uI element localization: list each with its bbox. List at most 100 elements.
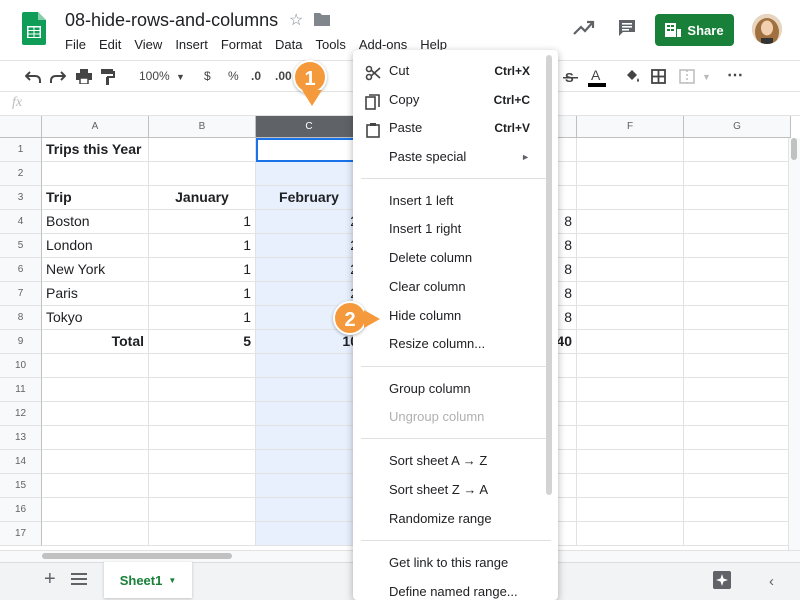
menu-item-resize-column[interactable]: Resize column... [353, 330, 558, 358]
menu-item-clear-column[interactable]: Clear column [353, 273, 558, 301]
cell[interactable] [256, 450, 363, 474]
cell[interactable] [577, 402, 684, 426]
cell[interactable] [256, 354, 363, 378]
cell[interactable] [149, 354, 256, 378]
menu-item-randomize-range[interactable]: Randomize range [353, 505, 558, 533]
cell[interactable] [256, 402, 363, 426]
cell[interactable] [577, 498, 684, 522]
undo-icon[interactable] [25, 70, 41, 84]
share-button[interactable]: Share [655, 14, 734, 46]
cell-february-value[interactable]: 2 [256, 210, 363, 234]
borders-icon[interactable] [651, 69, 666, 84]
print-icon[interactable] [76, 69, 92, 84]
cell[interactable] [149, 402, 256, 426]
cell[interactable] [684, 354, 791, 378]
cell[interactable] [256, 498, 363, 522]
cell[interactable] [149, 138, 256, 162]
cell[interactable] [684, 210, 791, 234]
column-header-f[interactable]: F [577, 116, 684, 138]
menu-item-define-named-range[interactable]: Define named range... [353, 578, 558, 600]
row-header[interactable]: 15 [0, 474, 42, 498]
row-header[interactable]: 7 [0, 282, 42, 306]
menu-tools[interactable]: Tools [315, 37, 345, 52]
cell[interactable] [42, 378, 149, 402]
cell-january-value[interactable]: 1 [149, 282, 256, 306]
document-title[interactable]: 08-hide-rows-and-columns [65, 10, 278, 31]
cell[interactable] [577, 474, 684, 498]
cell[interactable] [577, 522, 684, 546]
row-header[interactable]: 13 [0, 426, 42, 450]
cell-trip-name[interactable]: Paris [42, 282, 149, 306]
cell[interactable] [684, 450, 791, 474]
row-header[interactable]: 2 [0, 162, 42, 186]
cell[interactable] [577, 330, 684, 354]
cell-january-value[interactable]: 1 [149, 234, 256, 258]
menu-item-get-link-to-this-range[interactable]: Get link to this range [353, 549, 558, 577]
star-icon[interactable]: ☆ [289, 10, 303, 30]
row-header[interactable]: 10 [0, 354, 42, 378]
cell-total-january[interactable]: 5 [149, 330, 256, 354]
sheet-tab-sheet1[interactable]: Sheet1 ▼ [104, 562, 192, 598]
cell[interactable] [577, 162, 684, 186]
row-header[interactable]: 12 [0, 402, 42, 426]
cell[interactable] [577, 138, 684, 162]
zoom-select[interactable]: 100% [139, 69, 170, 83]
cell-trips-title[interactable]: Trips this Year [42, 138, 149, 162]
menu-scrollbar[interactable] [546, 55, 552, 495]
cell[interactable] [684, 426, 791, 450]
row-header[interactable]: 17 [0, 522, 42, 546]
cell-header-january[interactable]: January [149, 186, 256, 210]
cell[interactable] [42, 162, 149, 186]
column-header-a[interactable]: A [42, 116, 149, 138]
percent-format-button[interactable]: % [228, 69, 239, 83]
cell-january-value[interactable]: 1 [149, 210, 256, 234]
menu-item-sort-sheet-z-a[interactable]: Sort sheet Z → A [353, 476, 558, 504]
menu-insert[interactable]: Insert [175, 37, 208, 52]
redo-icon[interactable] [50, 70, 66, 84]
cell[interactable] [42, 474, 149, 498]
cell[interactable] [577, 306, 684, 330]
cell[interactable] [684, 186, 791, 210]
cell-january-value[interactable]: 1 [149, 258, 256, 282]
cell[interactable] [577, 210, 684, 234]
cell-trip-name[interactable]: London [42, 234, 149, 258]
cell-header-february[interactable]: February [256, 186, 363, 210]
add-sheet-icon[interactable]: + [44, 568, 56, 591]
cell[interactable] [577, 258, 684, 282]
paint-format-icon[interactable] [101, 69, 115, 85]
cell[interactable] [577, 354, 684, 378]
all-sheets-icon[interactable] [71, 572, 87, 586]
fill-color-icon[interactable] [624, 69, 640, 85]
sheets-logo-icon[interactable] [22, 12, 46, 45]
strikethrough-icon[interactable]: S [563, 70, 578, 84]
cell[interactable] [149, 378, 256, 402]
menu-item-cut[interactable]: Cut Ctrl+X [353, 57, 558, 85]
cell[interactable] [577, 282, 684, 306]
explore-icon[interactable] [713, 571, 731, 589]
vertical-scroll-thumb[interactable] [791, 138, 797, 160]
cell[interactable] [149, 162, 256, 186]
row-header[interactable]: 6 [0, 258, 42, 282]
cell[interactable] [42, 354, 149, 378]
cell[interactable] [577, 378, 684, 402]
row-header[interactable]: 9 [0, 330, 42, 354]
menu-item-hide-column[interactable]: Hide column [353, 302, 558, 330]
horizontal-scroll-thumb[interactable] [42, 553, 232, 559]
cell[interactable] [256, 138, 363, 162]
row-header[interactable]: 1 [0, 138, 42, 162]
cell[interactable] [149, 498, 256, 522]
cell[interactable] [684, 258, 791, 282]
row-header[interactable]: 4 [0, 210, 42, 234]
menu-item-paste-special[interactable]: Paste special ► [353, 143, 558, 171]
collapse-side-panel-icon[interactable]: ‹ [769, 573, 774, 590]
menu-item-group-column[interactable]: Group column [353, 375, 558, 403]
row-header[interactable]: 5 [0, 234, 42, 258]
cell[interactable] [149, 474, 256, 498]
cell[interactable] [149, 522, 256, 546]
column-header-c[interactable]: C [256, 116, 363, 138]
cell[interactable] [42, 522, 149, 546]
cell[interactable] [684, 162, 791, 186]
menu-item-paste[interactable]: Paste Ctrl+V [353, 114, 558, 142]
zoom-chevron-icon[interactable]: ▼ [176, 72, 185, 82]
cell-trip-name[interactable]: Tokyo [42, 306, 149, 330]
